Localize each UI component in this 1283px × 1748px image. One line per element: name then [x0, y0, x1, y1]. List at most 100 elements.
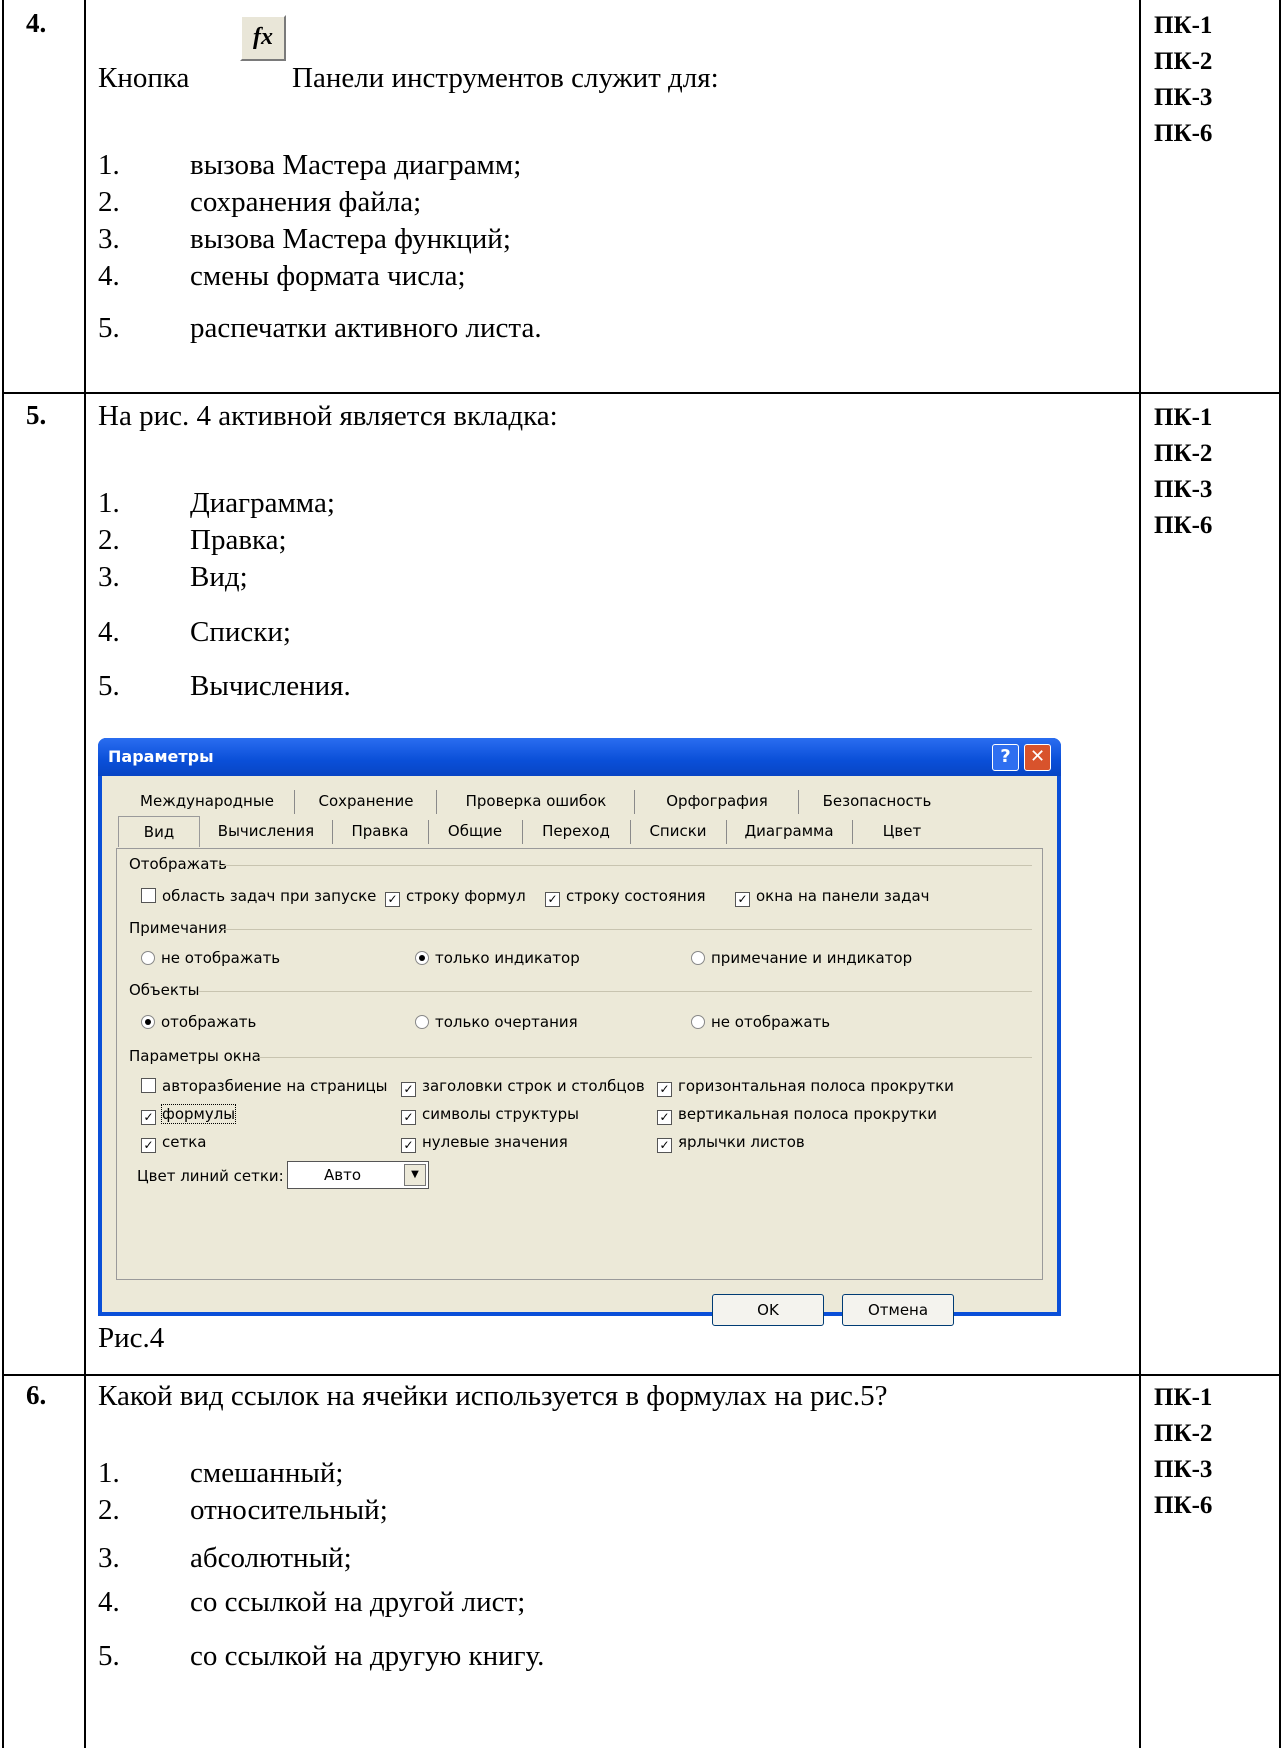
competency-code: ПК-2	[1154, 1420, 1213, 1447]
competency-code: ПК-1	[1154, 1384, 1213, 1411]
radio-objects-hide[interactable]: не отображать	[691, 1013, 830, 1031]
radio-objects-placeholders[interactable]: только очертания	[415, 1013, 578, 1031]
question-number: 4.	[26, 8, 47, 38]
option-text: распечатки активного листа.	[190, 312, 542, 344]
checkbox-label: заголовки строк и столбцов	[422, 1077, 645, 1095]
checkbox-taskpane-startup[interactable]: область задач при запуске	[141, 887, 376, 905]
tab-color[interactable]: Цвет	[854, 816, 950, 846]
options-dialog: Параметры ? ✕ Международные Сохранение П…	[98, 738, 1061, 1326]
tab-security[interactable]: Безопасность	[802, 786, 952, 816]
question-text: На рис. 4 активной является вкладка:	[98, 400, 558, 432]
checkbox-box: ✓	[141, 1110, 156, 1125]
checkbox-formulas[interactable]: ✓ формулы	[141, 1104, 237, 1125]
group-label-notes: Примечания	[129, 919, 227, 937]
checkbox-windows-taskbar[interactable]: ✓ окна на панели задач	[735, 887, 930, 907]
option-text: относительный;	[190, 1494, 388, 1526]
checkbox-gridlines[interactable]: ✓ сетка	[141, 1133, 206, 1153]
checkbox-label: вертикальная полоса прокрутки	[678, 1105, 938, 1123]
radio-notes-indicator[interactable]: только индикатор	[415, 949, 580, 967]
checkbox-row-col-headers[interactable]: ✓ заголовки строк и столбцов	[401, 1077, 645, 1097]
tab-separator	[522, 820, 523, 844]
table-border-num	[84, 0, 86, 1748]
cancel-button[interactable]: Отмена	[842, 1294, 954, 1326]
checkbox-box: ✓	[385, 892, 400, 907]
dialog-titlebar: Параметры ? ✕	[98, 738, 1061, 776]
option-number: 2.	[98, 1494, 120, 1526]
row-divider-2	[2, 1374, 1281, 1376]
tab-international[interactable]: Международные	[122, 786, 292, 816]
checkbox-status-bar[interactable]: ✓ строку состояния	[545, 887, 706, 907]
question-text: Какой вид ссылок на ячейки используется …	[98, 1380, 888, 1412]
tab-transition[interactable]: Переход	[524, 816, 628, 846]
option-text: Вычисления.	[190, 670, 351, 702]
checkbox-box	[141, 888, 156, 903]
view-tab-panel: Отображать область задач при запуске ✓ ст…	[116, 848, 1043, 1280]
checkbox-page-breaks[interactable]: авторазбиение на страницы	[141, 1077, 388, 1095]
checkbox-vertical-scrollbar[interactable]: ✓ вертикальная полоса прокрутки	[657, 1105, 937, 1125]
tab-separator	[630, 820, 631, 844]
checkbox-zero-values[interactable]: ✓ нулевые значения	[401, 1133, 568, 1153]
tab-save[interactable]: Сохранение	[298, 786, 434, 816]
radio-notes-comment-indicator[interactable]: примечание и индикатор	[691, 949, 912, 967]
option-number: 5.	[98, 1640, 120, 1672]
checkbox-outline-symbols[interactable]: ✓ символы структуры	[401, 1105, 579, 1125]
help-icon[interactable]: ?	[992, 744, 1019, 771]
question-text-after: Панели инструментов служит для:	[292, 62, 719, 94]
checkbox-label: ярлычки листов	[678, 1133, 805, 1151]
option-number: 1.	[98, 487, 120, 519]
checkbox-box: ✓	[657, 1110, 672, 1125]
checkbox-label: нулевые значения	[422, 1133, 568, 1151]
radio-label: не отображать	[161, 949, 281, 967]
gridline-color-select[interactable]: Авто ▼	[287, 1161, 429, 1189]
radio-notes-hide[interactable]: не отображать	[141, 949, 280, 967]
tab-error-checking[interactable]: Проверка ошибок	[440, 786, 632, 816]
close-icon[interactable]: ✕	[1024, 744, 1051, 771]
option-text: смешанный;	[190, 1457, 344, 1489]
dialog-body: Международные Сохранение Проверка ошибок…	[102, 776, 1057, 1326]
option-number: 5.	[98, 670, 120, 702]
competency-code: ПК-2	[1154, 48, 1213, 75]
tab-spelling[interactable]: Орфография	[638, 786, 796, 816]
option-number: 1.	[98, 149, 120, 181]
checkbox-sheet-tabs[interactable]: ✓ ярлычки листов	[657, 1133, 805, 1153]
radio-label: отображать	[161, 1013, 257, 1031]
tab-separator	[852, 820, 853, 844]
question-number: 6.	[26, 1380, 47, 1410]
tab-lists[interactable]: Списки	[632, 816, 724, 846]
competency-code: ПК-6	[1154, 512, 1213, 539]
option-text: Диаграмма;	[190, 487, 335, 519]
checkbox-formula-bar[interactable]: ✓ строку формул	[385, 887, 526, 907]
tab-general[interactable]: Общие	[430, 816, 520, 846]
tab-separator	[634, 790, 635, 814]
radio-dot	[415, 1015, 429, 1029]
option-text: абсолютный;	[190, 1542, 352, 1574]
option-number: 3.	[98, 561, 120, 593]
radio-label: примечание и индикатор	[711, 949, 913, 967]
checkbox-box: ✓	[141, 1138, 156, 1153]
competency-code: ПК-3	[1154, 84, 1213, 111]
option-text: вызова Мастера диаграмм;	[190, 149, 522, 181]
tab-edit[interactable]: Правка	[334, 816, 426, 846]
radio-objects-show[interactable]: отображать	[141, 1013, 256, 1031]
select-value: Авто	[324, 1166, 362, 1184]
checkbox-horizontal-scrollbar[interactable]: ✓ горизонтальная полоса прокрутки	[657, 1077, 954, 1097]
tab-calculation[interactable]: Вычисления	[202, 816, 330, 846]
tab-chart[interactable]: Диаграмма	[728, 816, 850, 846]
radio-dot	[141, 1015, 155, 1029]
option-number: 3.	[98, 223, 120, 255]
competency-code: ПК-6	[1154, 120, 1213, 147]
ok-button[interactable]: OK	[712, 1294, 824, 1326]
row-divider-1	[2, 392, 1281, 394]
checkbox-label: авторазбиение на страницы	[162, 1077, 388, 1095]
table-border-comp	[1139, 0, 1141, 1748]
option-text: Вид;	[190, 561, 248, 593]
tab-view[interactable]: Вид	[118, 816, 200, 847]
radio-dot	[691, 1015, 705, 1029]
checkbox-box: ✓	[401, 1110, 416, 1125]
option-text: Правка;	[190, 524, 287, 556]
checkbox-box: ✓	[545, 892, 560, 907]
option-number: 5.	[98, 312, 120, 344]
option-number: 1.	[98, 1457, 120, 1489]
chevron-down-icon[interactable]: ▼	[404, 1164, 426, 1186]
competency-code: ПК-6	[1154, 1492, 1213, 1519]
